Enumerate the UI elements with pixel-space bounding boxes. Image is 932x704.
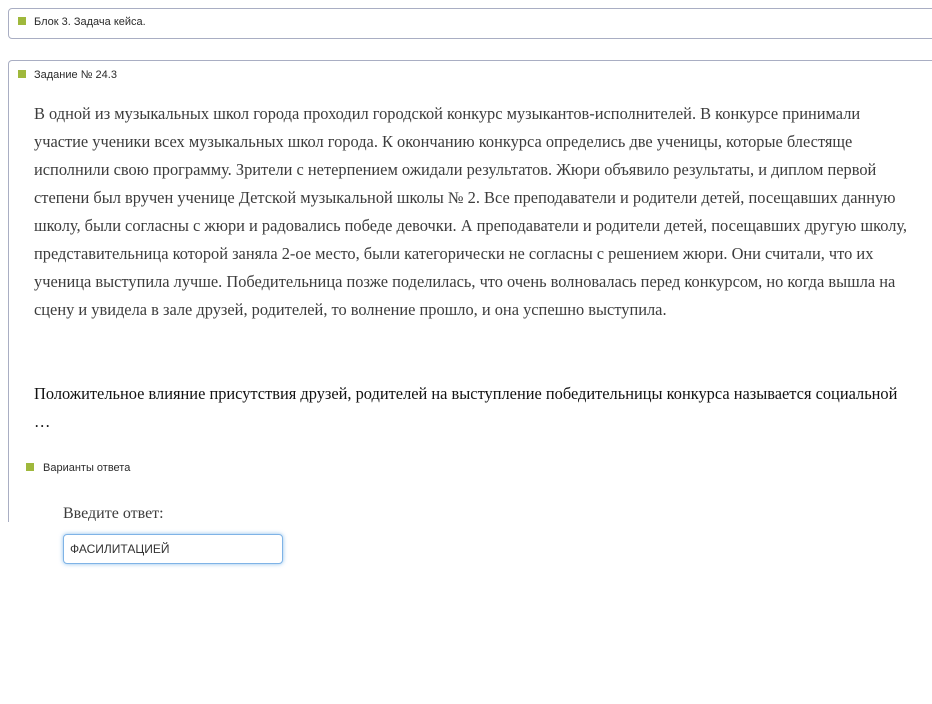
bullet-square-icon [18,70,26,78]
task-title: Задание № 24.3 [34,69,117,81]
bullet-square-icon [18,17,26,25]
answer-input[interactable] [63,534,283,564]
question-text: Положительное влияние присутствия друзей… [34,384,898,431]
block-header-bar [8,8,932,39]
block-title: Блок 3. Задача кейса. [34,16,146,28]
bullet-square-icon [26,463,34,471]
answer-prompt-label: Введите ответ: [63,505,164,522]
case-text: В одной из музыкальных школ города прохо… [34,104,908,319]
answer-options-title: Варианты ответа [43,462,131,474]
